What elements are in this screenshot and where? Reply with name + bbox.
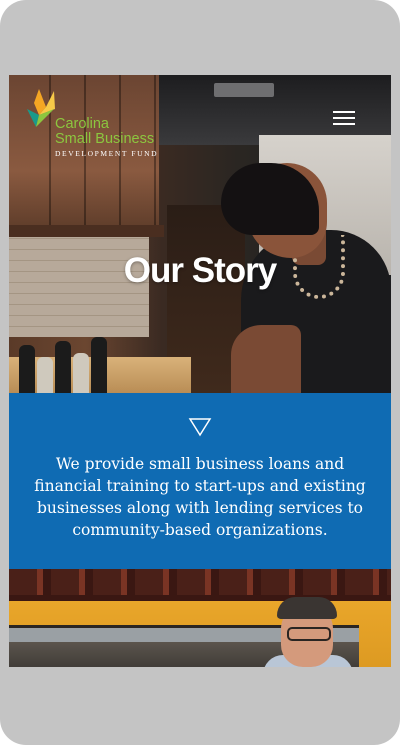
mission-statement: We provide small business loans and fina… — [34, 455, 366, 539]
bottle — [37, 357, 53, 393]
phone-screen: Carolina Small Business DEVELOPMENT FUND… — [9, 75, 391, 667]
menu-line — [333, 117, 355, 119]
site-logo[interactable]: Carolina Small Business DEVELOPMENT FUND — [27, 87, 187, 167]
device-frame: Carolina Small Business DEVELOPMENT FUND… — [0, 0, 400, 745]
bottle — [55, 341, 71, 393]
page-title: Our Story — [123, 251, 277, 290]
logo-text-development-fund: DEVELOPMENT FUND — [55, 149, 159, 158]
team-photo — [9, 569, 391, 667]
hero-photo-light — [214, 83, 274, 97]
mission-section: We provide small business loans and fina… — [9, 393, 391, 569]
hamburger-menu-icon[interactable] — [331, 109, 359, 127]
team-photo-person-glasses — [287, 627, 331, 641]
team-photo-person-hair — [277, 597, 337, 619]
menu-line — [333, 111, 355, 113]
hero-photo-shelf — [9, 225, 164, 237]
logo-text-small-business: Small Business — [55, 131, 155, 147]
bottle — [73, 353, 89, 393]
logo-text-carolina: Carolina — [55, 116, 109, 132]
down-triangle-icon — [188, 418, 212, 437]
bottle — [91, 337, 107, 393]
hero-photo-person-arm — [231, 325, 301, 393]
hero-section: Carolina Small Business DEVELOPMENT FUND… — [9, 75, 391, 393]
bottle — [19, 345, 35, 393]
menu-line — [333, 123, 355, 125]
